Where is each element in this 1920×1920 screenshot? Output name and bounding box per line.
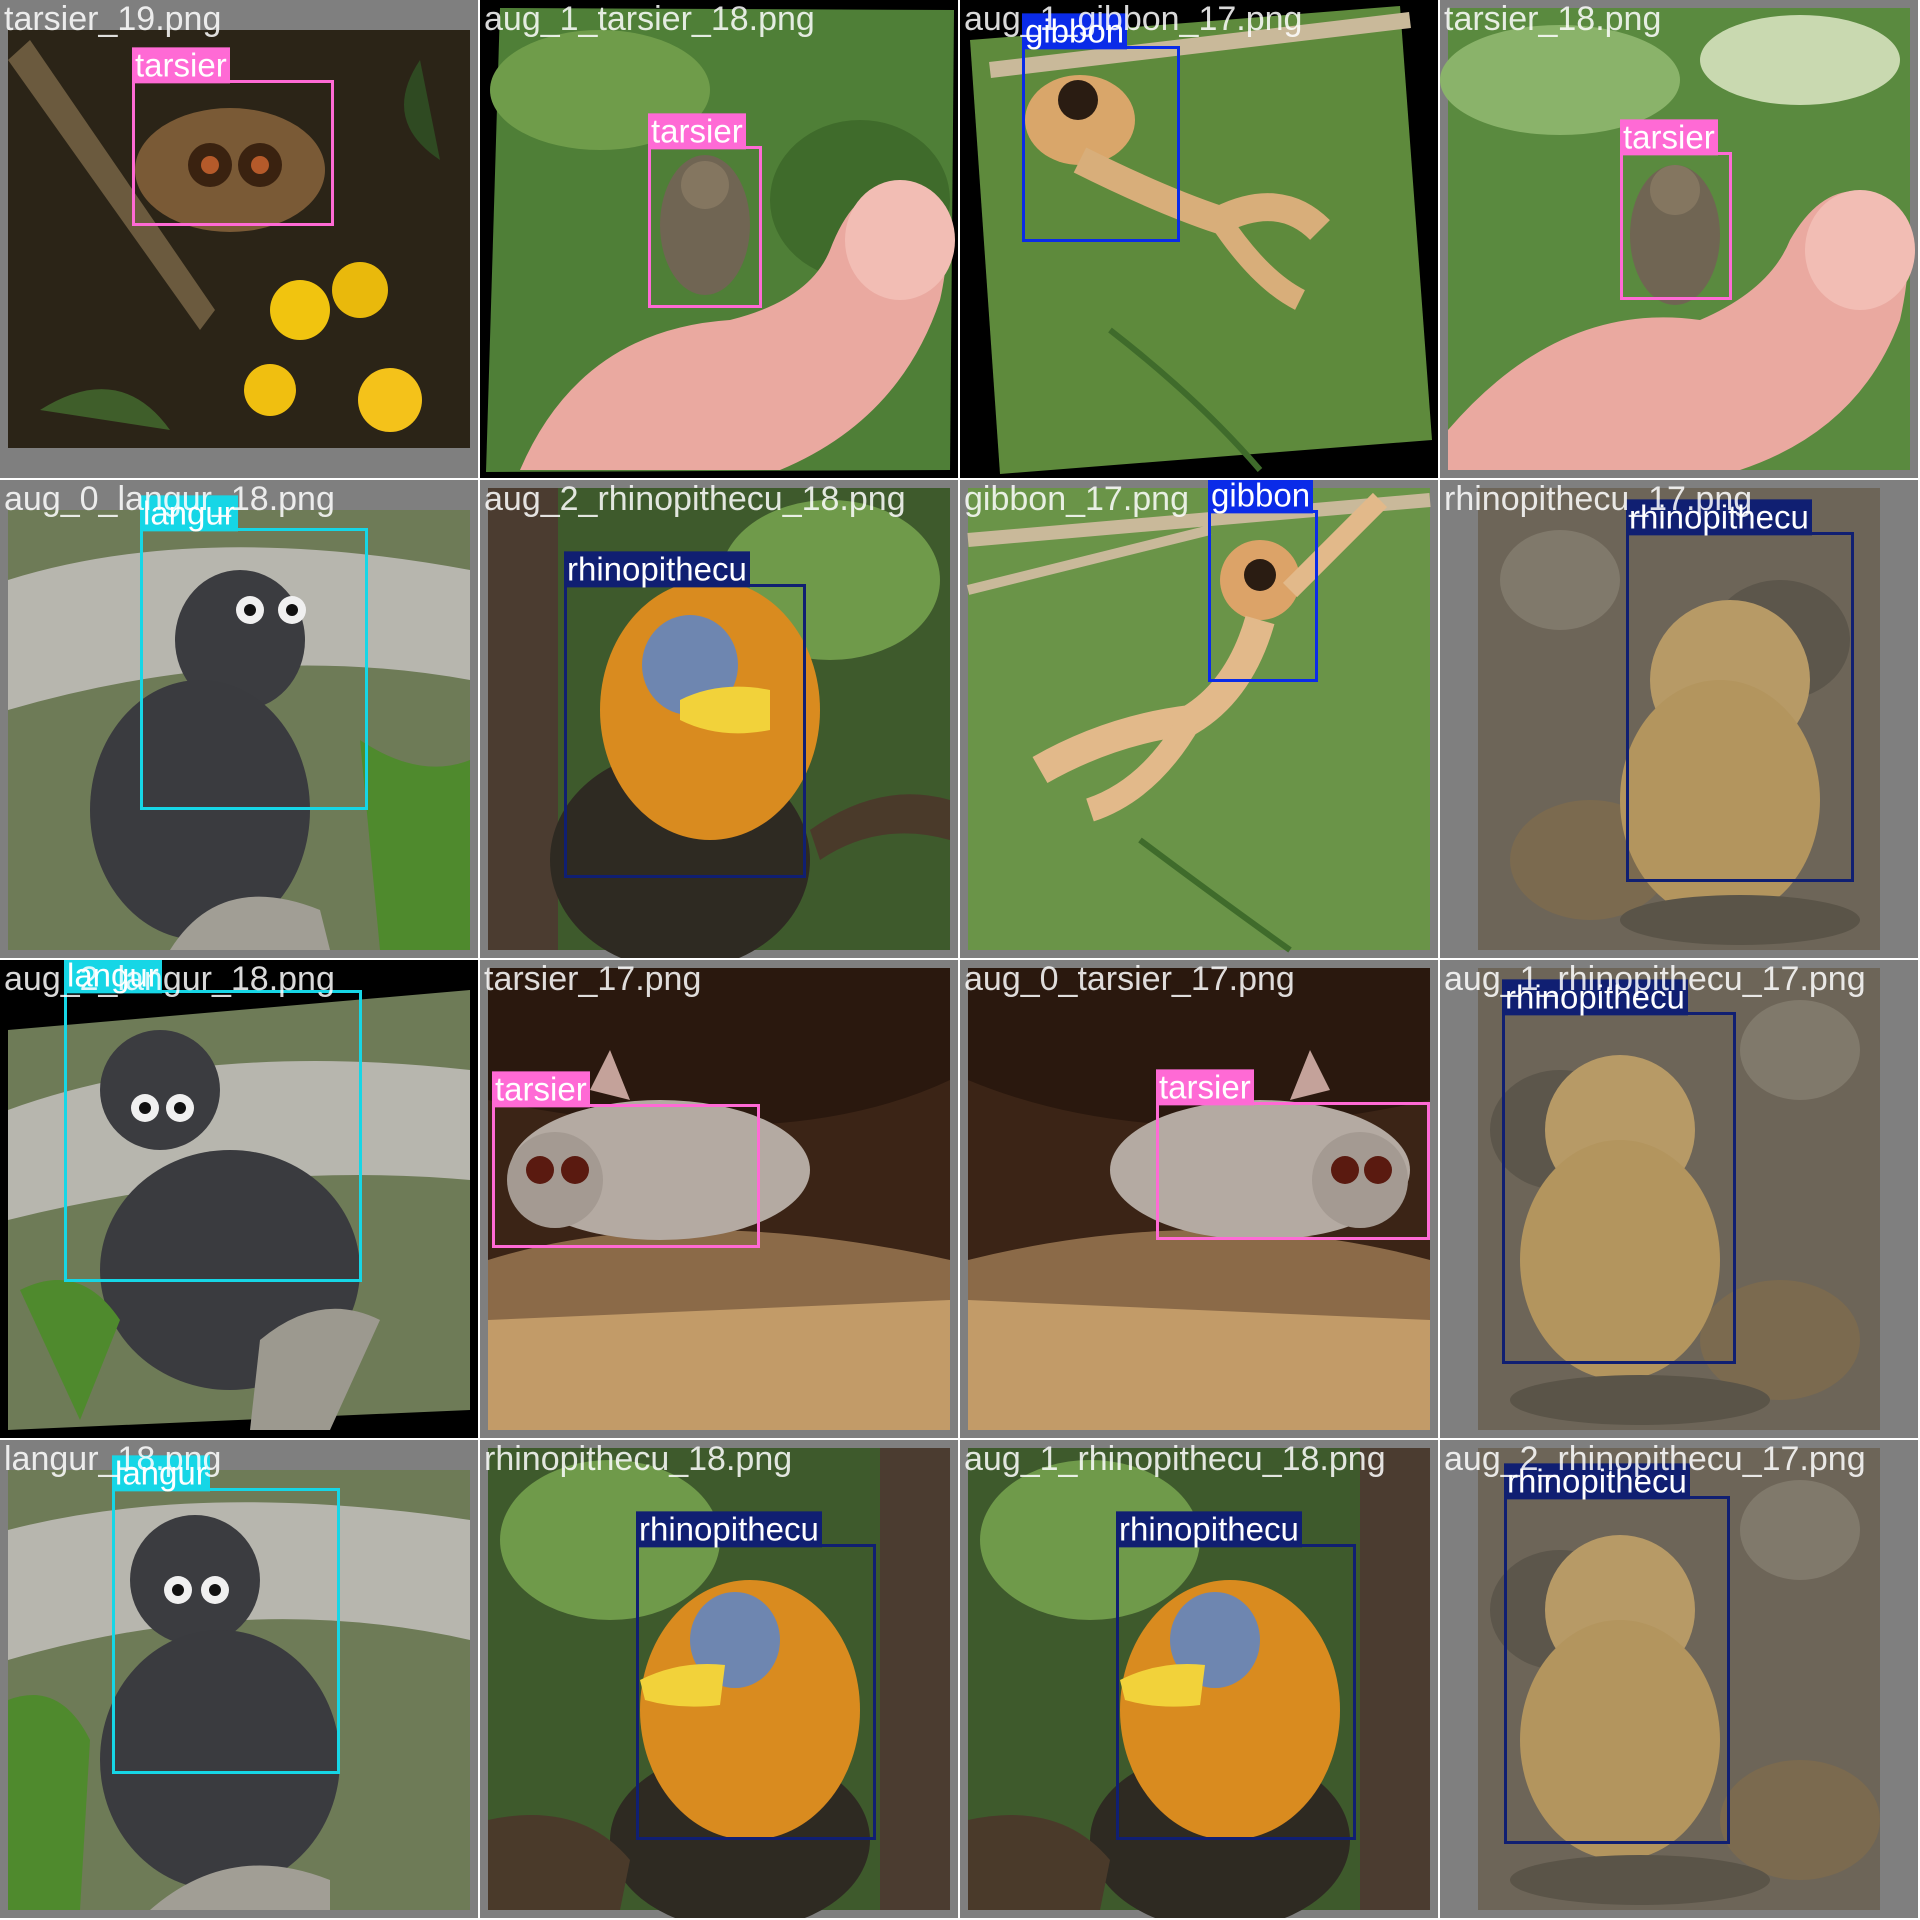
tile-rhinopithecu-18[interactable]: rhinopithecu rhinopithecu_18.png: [480, 1440, 958, 1918]
tile-tarsier-19[interactable]: tarsier tarsier_19.png: [0, 0, 478, 478]
detection-box[interactable]: rhinopithecu: [636, 1511, 876, 1840]
detection-box[interactable]: tarsier: [648, 113, 762, 308]
tile-aug-2-rhinopithecu-18[interactable]: rhinopithecu aug_2_rhinopithecu_18.png: [480, 480, 958, 958]
detection-label: tarsier: [648, 113, 746, 149]
detection-box[interactable]: tarsier: [492, 1071, 760, 1248]
detection-label: rhinopithecu: [1502, 979, 1688, 1015]
tile-langur-18[interactable]: langur langur_18.png: [0, 1440, 478, 1918]
tile-aug-0-tarsier-17[interactable]: tarsier aug_0_tarsier_17.png: [960, 960, 1438, 1438]
detection-label: tarsier: [1156, 1069, 1254, 1105]
tile-tarsier-18[interactable]: tarsier tarsier_18.png: [1440, 0, 1918, 478]
detection-label: rhinopithecu: [1626, 499, 1812, 535]
detection-box[interactable]: tarsier: [1156, 1069, 1430, 1240]
detection-label: gibbon: [1208, 480, 1314, 513]
detection-mosaic: tarsier tarsier_19.png tarsier aug_1_tar…: [0, 0, 1920, 1920]
detection-box[interactable]: langur: [140, 495, 368, 810]
detection-box[interactable]: tarsier: [132, 47, 334, 226]
detection-label: langur: [112, 1455, 210, 1491]
tarsier-photo: [8, 30, 470, 448]
detection-box[interactable]: rhinopithecu: [1626, 499, 1854, 882]
detection-label: rhinopithecu: [1116, 1511, 1302, 1547]
tile-aug-1-gibbon-17[interactable]: gibbon aug_1_gibbon_17.png: [960, 0, 1438, 478]
tile-tarsier-17[interactable]: tarsier tarsier_17.png: [480, 960, 958, 1438]
detection-box[interactable]: langur: [112, 1455, 340, 1774]
detection-box[interactable]: rhinopithecu: [1502, 979, 1736, 1364]
detection-label: rhinopithecu: [564, 551, 750, 587]
tile-aug-1-tarsier-18[interactable]: tarsier aug_1_tarsier_18.png: [480, 0, 958, 478]
tile-gibbon-17[interactable]: gibbon gibbon_17.png: [960, 480, 1438, 958]
detection-label: tarsier: [1620, 119, 1718, 155]
detection-label: tarsier: [492, 1071, 590, 1107]
tile-aug-1-rhinopithecu-17[interactable]: rhinopithecu aug_1_rhinopithecu_17.png: [1440, 960, 1918, 1438]
detection-box[interactable]: gibbon: [1022, 13, 1180, 242]
detection-box[interactable]: rhinopithecu: [1504, 1463, 1730, 1844]
tile-aug-0-langur-18[interactable]: langur aug_0_langur_18.png: [0, 480, 478, 958]
detection-label: gibbon: [1022, 13, 1128, 49]
detection-label: rhinopithecu: [1504, 1463, 1690, 1499]
tile-aug-2-langur-18[interactable]: langur aug_2_langur_18.png: [0, 960, 478, 1438]
detection-box[interactable]: gibbon: [1208, 480, 1318, 682]
tile-aug-2-rhinopithecu-17[interactable]: rhinopithecu aug_2_rhinopithecu_17.png: [1440, 1440, 1918, 1918]
detection-box[interactable]: rhinopithecu: [564, 551, 806, 878]
detection-label: tarsier: [132, 47, 230, 83]
detection-box[interactable]: rhinopithecu: [1116, 1511, 1356, 1840]
detection-box[interactable]: langur: [64, 960, 362, 1282]
tile-aug-1-rhinopithecu-18[interactable]: rhinopithecu aug_1_rhinopithecu_18.png: [960, 1440, 1438, 1918]
tile-rhinopithecu-17[interactable]: rhinopithecu rhinopithecu_17.png: [1440, 480, 1918, 958]
detection-label: langur: [64, 960, 162, 993]
detection-label: rhinopithecu: [636, 1511, 822, 1547]
detection-box[interactable]: tarsier: [1620, 119, 1732, 300]
detection-label: langur: [140, 495, 238, 531]
gibbon-photo: [966, 488, 1431, 953]
